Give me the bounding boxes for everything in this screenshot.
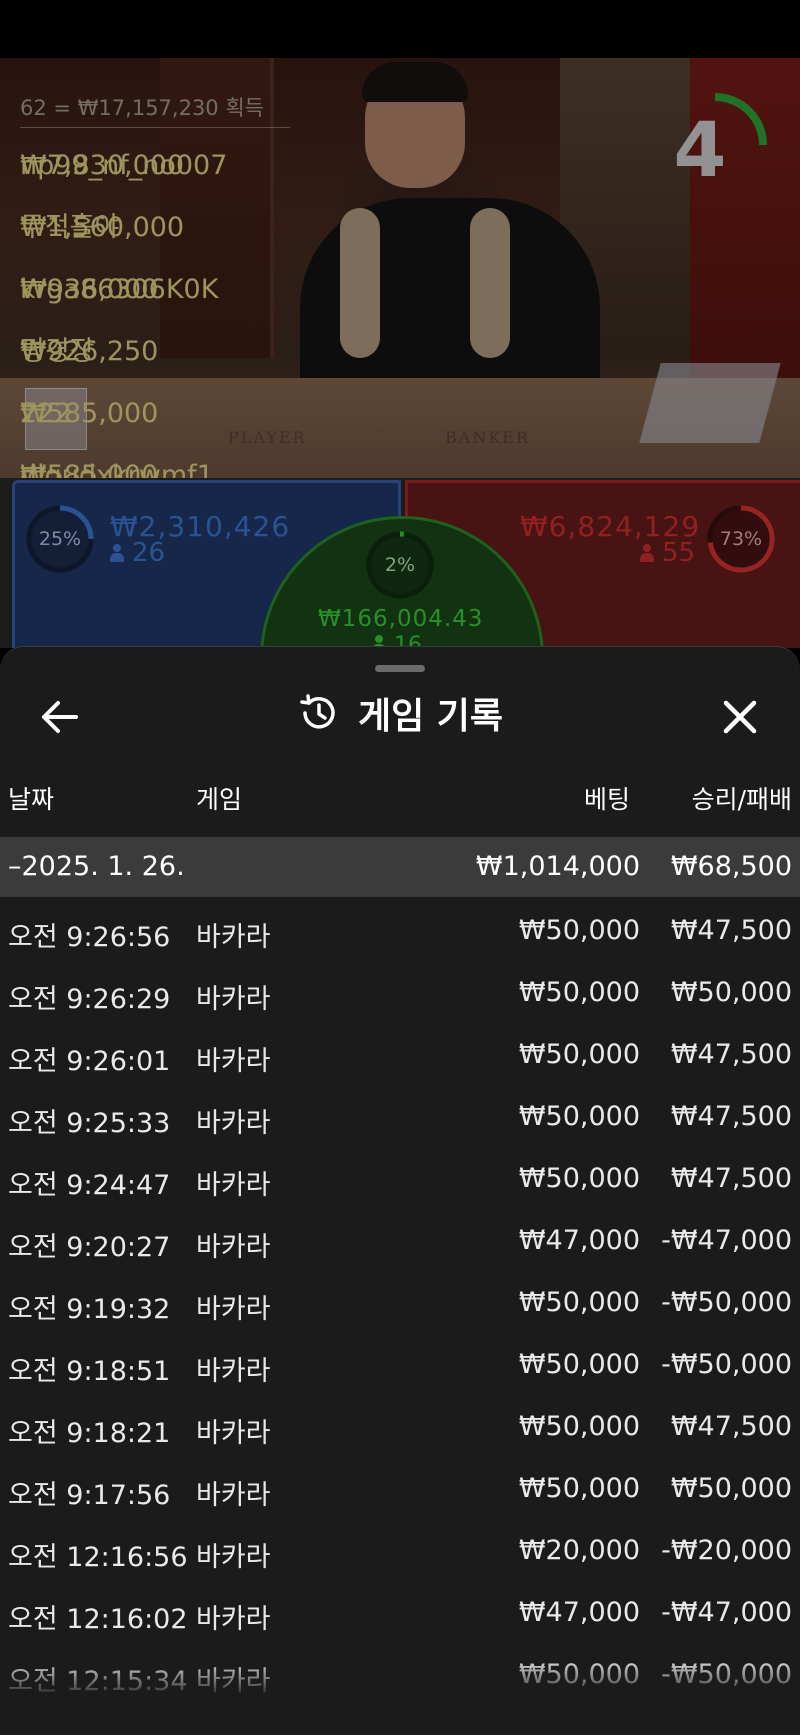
history-bet: ₩50,000 <box>518 1349 640 1380</box>
history-bet: ₩50,000 <box>518 1473 640 1504</box>
history-win-loss: -₩47,000 <box>661 1225 792 1256</box>
history-time: 오전 9:26:01 <box>8 1046 171 1077</box>
history-win-loss: -₩50,000 <box>661 1659 792 1690</box>
game-history-sheet: 게임 기록 날짜 게임 베팅 승리/패배 –2025. 1. 26. ₩1,01… <box>0 646 800 1735</box>
sheet-title: 게임 기록 <box>358 696 504 737</box>
sheet-header: 게임 기록 <box>0 687 800 747</box>
column-header-game: 게임 <box>196 785 243 814</box>
history-row[interactable]: 오전 12:15:34 바카라 ₩50,000 -₩50,000 <box>0 1641 800 1703</box>
history-game: 바카라 <box>196 922 271 953</box>
history-clock-icon <box>300 694 335 729</box>
history-row[interactable]: 오전 9:26:01 바카라 ₩50,000 ₩47,500 <box>0 1021 800 1083</box>
close-button[interactable] <box>710 687 770 747</box>
history-row[interactable]: 오전 9:18:51 바카라 ₩50,000 -₩50,000 <box>0 1331 800 1393</box>
day-bet-total: ₩1,014,000 <box>475 851 640 882</box>
history-time: 오전 9:25:33 <box>8 1108 171 1139</box>
history-game: 바카라 <box>196 1356 271 1387</box>
day-summary-row[interactable]: –2025. 1. 26. ₩1,014,000 ₩68,500 <box>0 837 800 897</box>
history-game: 바카라 <box>196 1604 271 1635</box>
history-row[interactable]: 오전 9:17:56 바카라 ₩50,000 ₩50,000 <box>0 1455 800 1517</box>
history-bet: ₩50,000 <box>518 1101 640 1132</box>
history-game: 바카라 <box>196 1418 271 1449</box>
history-row[interactable]: 오전 12:16:02 바카라 ₩47,000 -₩47,000 <box>0 1579 800 1641</box>
history-row[interactable]: 오전 9:20:27 바카라 ₩47,000 -₩47,000 <box>0 1207 800 1269</box>
history-bet: ₩47,000 <box>518 1597 640 1628</box>
history-row[interactable]: 오전 9:24:47 바카라 ₩50,000 ₩47,500 <box>0 1145 800 1207</box>
history-time: 오전 12:16:02 <box>8 1604 188 1635</box>
history-row[interactable]: 오전 9:26:29 바카라 ₩50,000 ₩50,000 <box>0 959 800 1021</box>
history-time: 오전 9:18:21 <box>8 1418 171 1449</box>
history-time: 오전 9:19:32 <box>8 1294 171 1325</box>
history-bet: ₩50,000 <box>518 1411 640 1442</box>
history-time: 오전 9:17:56 <box>8 1480 171 1511</box>
history-time: 오전 12:15:34 <box>8 1666 188 1697</box>
column-header-win-loss: 승리/패배 <box>691 785 792 814</box>
history-column-headers: 날짜 게임 베팅 승리/패배 <box>0 772 800 822</box>
history-game: 바카라 <box>196 1480 271 1511</box>
history-win-loss: ₩47,500 <box>670 1163 792 1194</box>
history-win-loss: -₩47,000 <box>661 1597 792 1628</box>
history-win-loss: -₩50,000 <box>661 1349 792 1380</box>
history-row[interactable]: 오전 9:19:32 바카라 ₩50,000 -₩50,000 <box>0 1269 800 1331</box>
close-icon <box>723 700 757 734</box>
history-bet: ₩47,000 <box>518 1225 640 1256</box>
history-bet: ₩50,000 <box>518 915 640 946</box>
history-bet: ₩50,000 <box>518 1659 640 1690</box>
history-win-loss: ₩50,000 <box>670 977 792 1008</box>
history-time: 오전 9:26:29 <box>8 984 171 1015</box>
history-row[interactable]: 오전 12:16:56 바카라 ₩20,000 -₩20,000 <box>0 1517 800 1579</box>
history-time: 오전 9:26:56 <box>8 922 171 953</box>
history-game: 바카라 <box>196 1542 271 1573</box>
history-time: 오전 9:20:27 <box>8 1232 171 1263</box>
history-game: 바카라 <box>196 984 271 1015</box>
history-win-loss: ₩50,000 <box>670 1473 792 1504</box>
history-win-loss: ₩47,500 <box>670 1411 792 1442</box>
drag-handle[interactable] <box>375 665 425 672</box>
history-win-loss: ₩47,500 <box>670 1101 792 1132</box>
column-header-bet: 베팅 <box>583 785 630 814</box>
history-bet: ₩20,000 <box>518 1535 640 1566</box>
history-game: 바카라 <box>196 1108 271 1139</box>
history-list: 오전 9:26:56 바카라 ₩50,000 ₩47,500 오전 9:26:29 바카라… <box>0 897 800 1703</box>
history-win-loss: ₩47,500 <box>670 1039 792 1070</box>
history-game: 바카라 <box>196 1232 271 1263</box>
history-bet: ₩50,000 <box>518 1163 640 1194</box>
history-row[interactable]: 오전 9:25:33 바카라 ₩50,000 ₩47,500 <box>0 1083 800 1145</box>
status-bar <box>0 0 800 58</box>
backdrop-scrim[interactable] <box>0 58 800 648</box>
column-header-date: 날짜 <box>8 785 55 814</box>
history-game: 바카라 <box>196 1666 271 1697</box>
day-date: –2025. 1. 26. <box>8 851 185 882</box>
history-time: 오전 9:18:51 <box>8 1356 171 1387</box>
history-row[interactable]: 오전 9:26:56 바카라 ₩50,000 ₩47,500 <box>0 897 800 959</box>
history-time: 오전 9:24:47 <box>8 1170 171 1201</box>
history-win-loss: -₩50,000 <box>661 1287 792 1318</box>
history-game: 바카라 <box>196 1170 271 1201</box>
history-win-loss: -₩20,000 <box>661 1535 792 1566</box>
history-game: 바카라 <box>196 1294 271 1325</box>
history-bet: ₩50,000 <box>518 977 640 1008</box>
history-time: 오전 12:16:56 <box>8 1542 188 1573</box>
history-row[interactable]: 오전 9:18:21 바카라 ₩50,000 ₩47,500 <box>0 1393 800 1455</box>
history-bet: ₩50,000 <box>518 1039 640 1070</box>
history-game: 바카라 <box>196 1046 271 1077</box>
history-win-loss: ₩47,500 <box>670 915 792 946</box>
history-bet: ₩50,000 <box>518 1287 640 1318</box>
day-win-loss-total: ₩68,500 <box>670 851 792 882</box>
